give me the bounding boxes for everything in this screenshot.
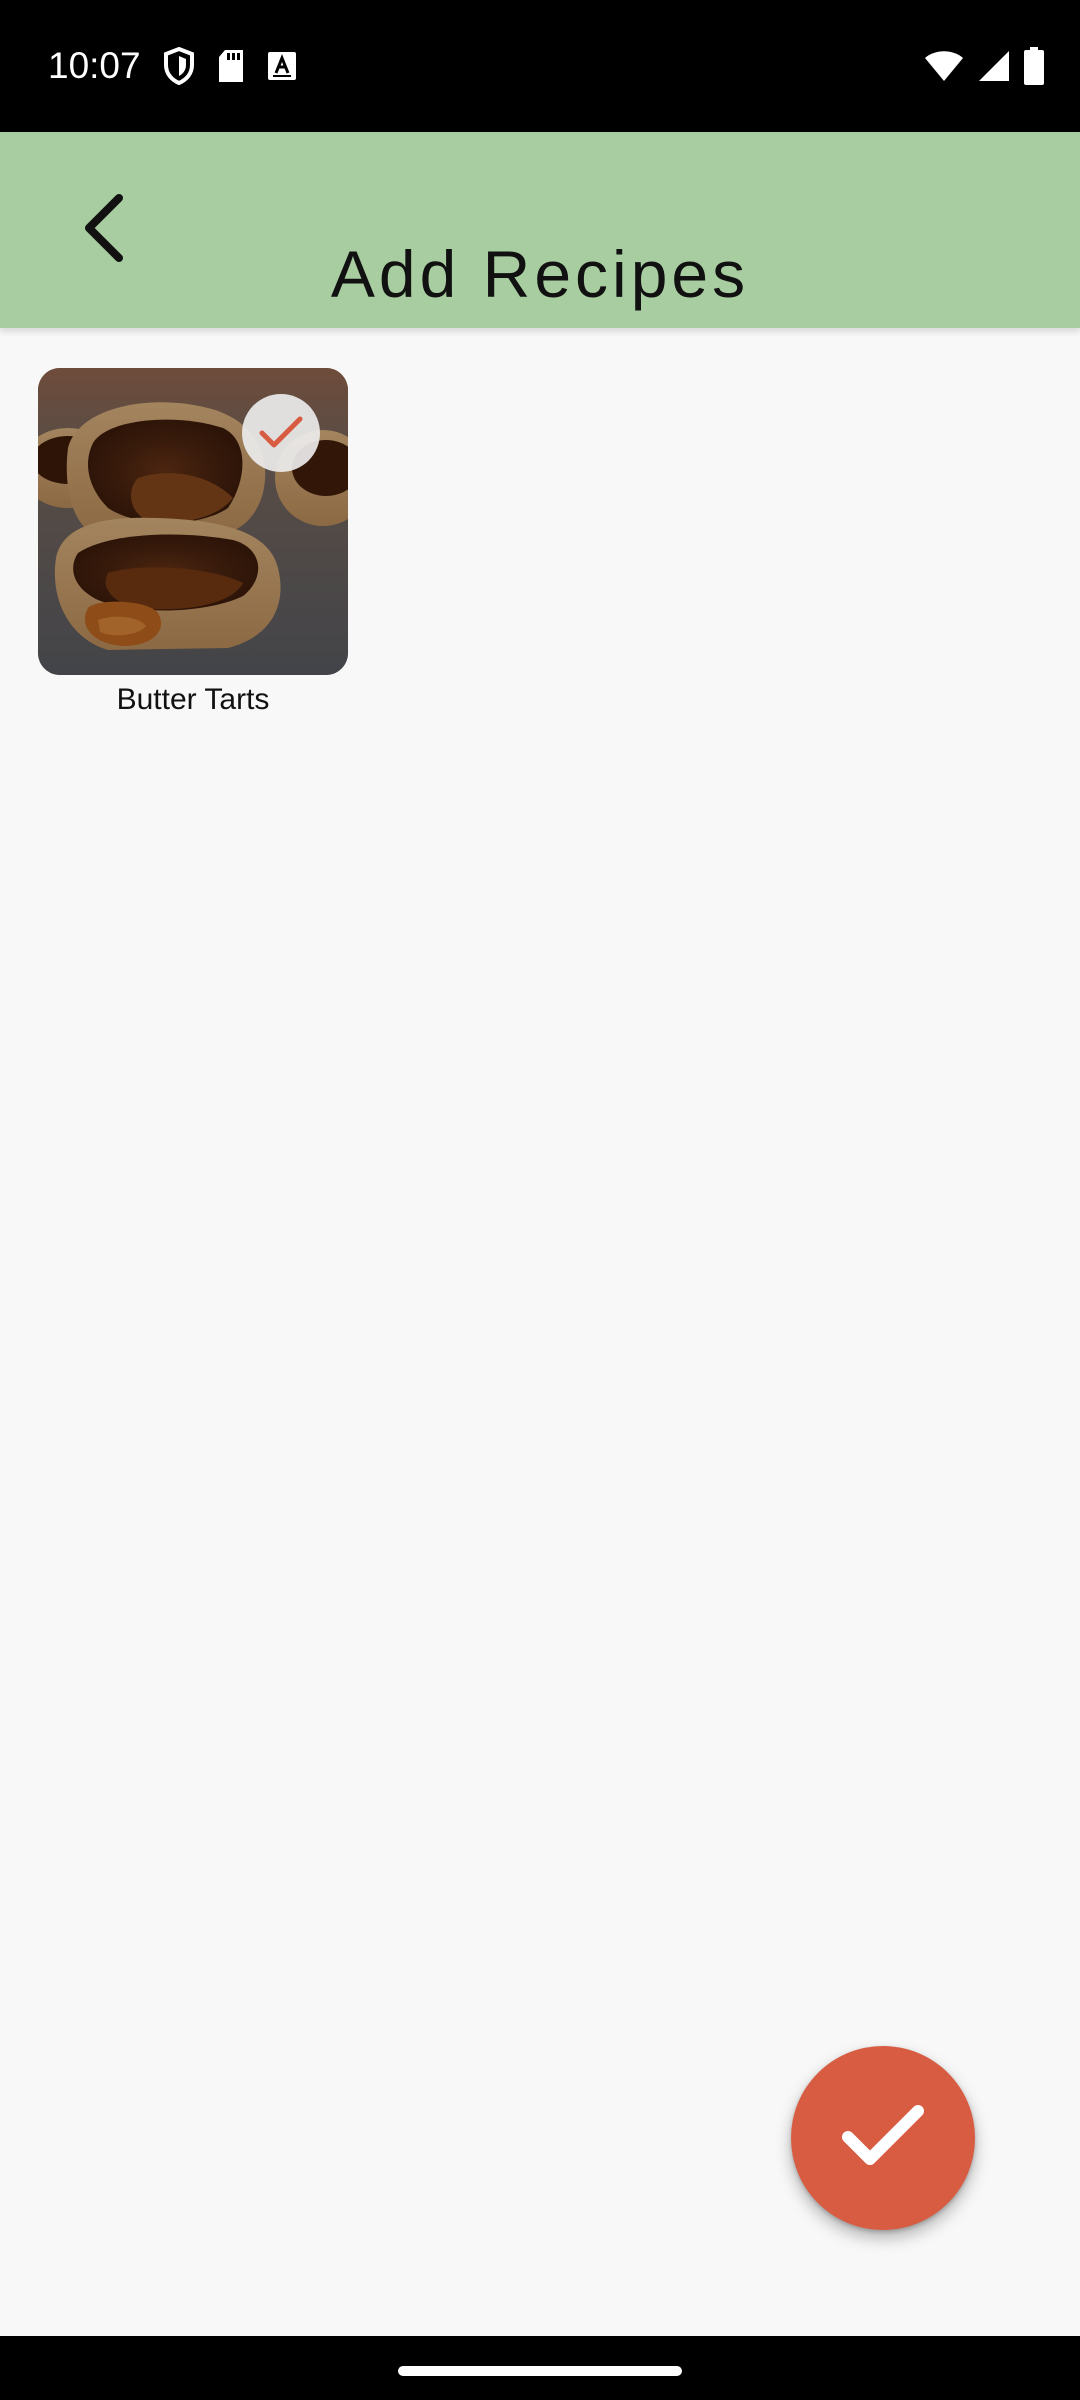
battery-icon (1024, 47, 1044, 85)
cell-signal-icon (978, 50, 1010, 82)
recipe-name: Butter Tarts (116, 683, 270, 716)
keyboard-a-icon (267, 51, 297, 81)
recipe-image (38, 368, 348, 675)
recipe-card-butter-tarts[interactable]: Butter Tarts (38, 368, 348, 719)
screen: 10:07 Add Recipes Butter Tarts (0, 0, 1080, 2400)
status-icons-right (924, 44, 1044, 88)
check-icon (258, 415, 304, 451)
page-title: Add Recipes (330, 237, 750, 312)
status-icons-left (163, 44, 297, 88)
selected-badge (242, 394, 320, 472)
check-icon (840, 2103, 926, 2174)
shield-icon (163, 47, 195, 85)
wifi-icon (924, 50, 964, 82)
navigation-bar (0, 2336, 1080, 2400)
sd-card-icon (217, 49, 245, 83)
home-indicator[interactable] (398, 2366, 682, 2376)
confirm-fab-button[interactable] (791, 2046, 975, 2230)
app-bar: Add Recipes (0, 132, 1080, 328)
status-bar: 10:07 (0, 0, 1080, 132)
status-time: 10:07 (48, 45, 141, 86)
